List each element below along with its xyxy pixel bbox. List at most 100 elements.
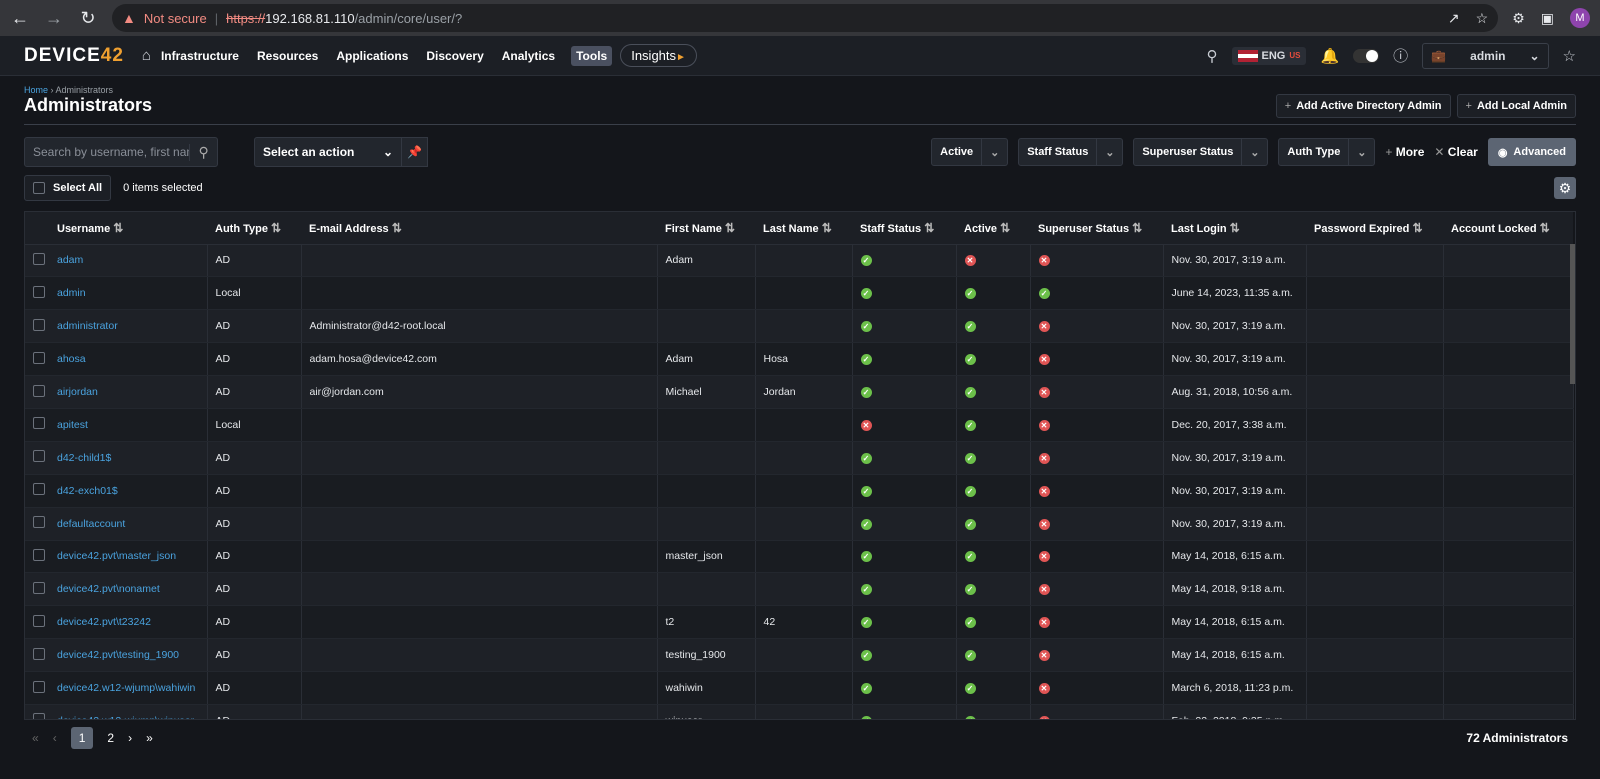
column-header-last-name[interactable]: Last Name ⇅ (755, 212, 852, 245)
theme-toggle[interactable] (1353, 48, 1380, 63)
first-page-icon[interactable]: « (32, 731, 39, 745)
table-row[interactable]: d42-child1$ AD ✓ ✓ ✕ Nov. 30, 2017, 3:19 a.m. (25, 441, 1574, 475)
column-header-auth-type[interactable]: Auth Type ⇅ (207, 212, 301, 245)
sort-icon[interactable]: ⇅ (822, 221, 832, 235)
filter-active[interactable]: Active ⌄ (931, 138, 1009, 166)
last-page-icon[interactable]: » (146, 731, 153, 745)
row-checkbox[interactable] (33, 384, 45, 397)
pin-icon[interactable]: 📌 (402, 137, 428, 167)
row-checkbox[interactable] (33, 351, 45, 364)
table-row[interactable]: apitest Local ✕ ✓ ✕ Dec. 20, 2017, 3:38 a.m. (25, 408, 1574, 442)
row-checkbox[interactable] (33, 614, 45, 627)
table-row[interactable]: device42.pvt\master_json AD master_json ✓ ✓ ✕… (25, 540, 1574, 574)
profile-avatar[interactable]: M (1570, 8, 1590, 28)
table-scrollbar[interactable] (1570, 244, 1575, 384)
column-header-superuser-status[interactable]: Superuser Status ⇅ (1030, 212, 1163, 245)
username-link[interactable]: device42.pvt\nonamet (49, 572, 208, 607)
add-ad-admin-button[interactable]: + Add Active Directory Admin (1275, 93, 1451, 118)
table-row[interactable]: administrator AD Administrator@d42-root.lo… (25, 309, 1574, 344)
column-header-account-locked[interactable]: Account Locked ⇅ (1443, 212, 1573, 245)
row-checkbox[interactable] (33, 516, 45, 529)
username-link[interactable]: admin (49, 276, 208, 311)
row-checkbox[interactable] (33, 417, 45, 430)
table-row[interactable]: d42-exch01$ AD ✓ ✓ ✕ Nov. 30, 2017, 3:19 a.m. (25, 474, 1574, 508)
bell-icon[interactable]: 🔔 (1320, 47, 1339, 65)
row-checkbox[interactable] (33, 450, 45, 463)
table-row[interactable]: device42.pvt\testing_1900 AD testing_1900 ✓… (25, 638, 1574, 673)
column-header-password-expired[interactable]: Password Expired ⇅ (1306, 212, 1443, 245)
username-link[interactable]: device42.pvt\testing_1900 (49, 638, 208, 673)
forward-icon[interactable]: → (44, 8, 64, 29)
row-checkbox[interactable] (33, 548, 45, 561)
column-header-e-mail-address[interactable]: E-mail Address ⇅ (301, 212, 657, 245)
sort-icon[interactable]: ⇅ (1540, 221, 1550, 235)
row-checkbox[interactable] (33, 318, 45, 331)
sort-icon[interactable]: ⇅ (113, 221, 123, 235)
next-page-icon[interactable]: › (128, 731, 132, 745)
column-header-username[interactable]: Username ⇅ (49, 212, 207, 245)
table-row[interactable]: ahosa AD adam.hosa@device42.com Adam Hosa ✓ ✓ ✕… (25, 342, 1574, 377)
table-row[interactable]: device42.pvt\t23242 AD t2 42 ✓ ✓ ✕ May 14, 2018… (25, 605, 1574, 640)
username-link[interactable]: d42-exch01$ (49, 474, 208, 508)
sort-icon[interactable]: ⇅ (1230, 221, 1240, 235)
home-icon[interactable]: ⌂ (142, 47, 151, 64)
table-row[interactable]: adam AD Adam ✓ ✕ ✕ Nov. 30, 2017, 3:19 a.m. (25, 244, 1574, 278)
sort-icon[interactable]: ⇅ (1000, 221, 1010, 235)
row-checkbox[interactable] (33, 252, 45, 265)
table-row[interactable]: device42.w12-wjump\wahiwin AD wahiwin ✓ ✓ ✕ Ma… (25, 671, 1574, 705)
sort-icon[interactable]: ⇅ (271, 221, 281, 235)
sort-icon[interactable]: ⇅ (392, 221, 402, 235)
column-header-first-name[interactable]: First Name ⇅ (657, 212, 755, 245)
column-header-last-login[interactable]: Last Login ⇅ (1163, 212, 1306, 245)
device42-logo[interactable]: DEVICE42 (24, 45, 124, 67)
column-header-staff-status[interactable]: Staff Status ⇅ (852, 212, 956, 245)
username-link[interactable]: airjordan (49, 375, 208, 409)
select-all-button[interactable]: Select All (24, 175, 112, 201)
row-checkbox[interactable] (33, 647, 45, 660)
table-row[interactable]: admin Local ✓ ✓ ✓ June 14, 2023, 11:35 a.m. (25, 276, 1574, 311)
row-checkbox[interactable] (33, 713, 45, 719)
more-filters-button[interactable]: + More (1385, 145, 1424, 159)
add-local-admin-button[interactable]: + Add Local Admin (1456, 93, 1576, 118)
language-selector[interactable]: ENG US (1231, 46, 1307, 65)
filter-superuser-status[interactable]: Superuser Status ⌄ (1133, 138, 1269, 166)
menu-item-applications[interactable]: Applications (334, 46, 410, 66)
back-icon[interactable]: ← (10, 8, 30, 29)
username-link[interactable]: device42.pvt\master_json (49, 540, 208, 574)
advanced-search-button[interactable]: ◉ Advanced (1487, 138, 1576, 166)
table-row[interactable]: defaultaccount AD ✓ ✓ ✕ Nov. 30, 2017, 3:19 a… (25, 507, 1574, 541)
table-row[interactable]: airjordan AD air@jordan.com Michael Jordan ✓ ✓… (25, 375, 1574, 409)
username-link[interactable]: adam (49, 244, 208, 278)
sidepanel-icon[interactable]: ▣ (1541, 10, 1554, 27)
table-row[interactable]: device42.pvt\nonamet AD ✓ ✓ ✕ May 14, 2018, 9… (25, 572, 1574, 607)
username-link[interactable]: device42.w12-wjump\winuser (49, 704, 208, 719)
prev-page-icon[interactable]: ‹ (53, 731, 57, 745)
username-link[interactable]: d42-child1$ (49, 441, 208, 475)
search-input[interactable] (25, 145, 190, 159)
menu-item-discovery[interactable]: Discovery (424, 46, 485, 66)
help-icon[interactable]: ⓘ (1393, 45, 1408, 66)
search-icon[interactable]: ⚲ (1207, 47, 1218, 65)
username-link[interactable]: device42.w12-wjump\wahiwin (49, 671, 208, 705)
sort-icon[interactable]: ⇅ (1412, 221, 1422, 235)
page-2-button[interactable]: 2 (107, 731, 114, 745)
favorite-star-icon[interactable]: ☆ (1563, 47, 1576, 65)
username-link[interactable]: apitest (49, 408, 208, 442)
column-header-active[interactable]: Active ⇅ (956, 212, 1030, 245)
filter-staff-status[interactable]: Staff Status ⌄ (1018, 138, 1124, 166)
clear-filters-button[interactable]: ✕ Clear (1434, 145, 1477, 159)
select-all-checkbox[interactable] (33, 182, 45, 194)
reload-icon[interactable]: ↻ (78, 8, 98, 29)
extensions-icon[interactable]: ⚙ (1512, 10, 1525, 27)
sort-icon[interactable]: ⇅ (1132, 221, 1142, 235)
share-icon[interactable]: ↗ (1448, 10, 1460, 27)
username-link[interactable]: administrator (49, 309, 208, 344)
search-icon[interactable]: ⚲ (189, 143, 217, 161)
breadcrumb-home[interactable]: Home (24, 85, 48, 95)
menu-item-infrastructure[interactable]: Infrastructure (159, 46, 241, 66)
menu-item-resources[interactable]: Resources (255, 46, 320, 66)
address-bar[interactable]: ▲ Not secure | https://192.168.81.110/ad… (112, 4, 1499, 32)
filter-auth-type[interactable]: Auth Type ⌄ (1278, 138, 1376, 166)
row-checkbox[interactable] (33, 285, 45, 298)
row-checkbox[interactable] (33, 680, 45, 693)
